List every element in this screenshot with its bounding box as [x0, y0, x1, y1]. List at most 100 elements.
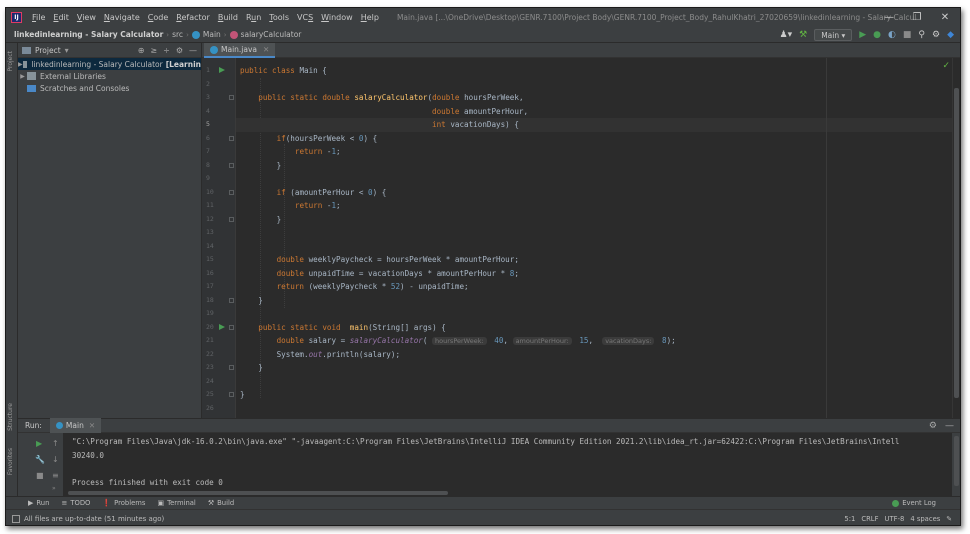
- stop-icon[interactable]: ■: [903, 27, 912, 43]
- update-icon[interactable]: ◆: [947, 27, 954, 43]
- code-line[interactable]: public static void main(String[] args) {: [240, 321, 446, 335]
- code-line[interactable]: return (weeklyPaycheck * 52) - unpaidTim…: [240, 280, 469, 294]
- debug-icon[interactable]: ●: [873, 27, 881, 43]
- collapse-all-icon[interactable]: ≥: [150, 46, 157, 55]
- down-arrow-icon[interactable]: ↓: [52, 455, 59, 464]
- code-line[interactable]: double salary = salaryCalculator( hoursP…: [240, 334, 676, 348]
- indent-setting[interactable]: 4 spaces: [910, 515, 940, 523]
- code-line[interactable]: int vacationDays) {: [240, 118, 519, 132]
- menu-view[interactable]: View: [73, 13, 100, 22]
- breadcrumb-method[interactable]: salaryCalculator: [241, 30, 302, 39]
- expand-all-icon[interactable]: ÷: [163, 46, 170, 55]
- wrench-icon[interactable]: 🔧: [35, 455, 45, 464]
- console-vertical-scrollbar[interactable]: [954, 436, 959, 486]
- soft-wrap-icon[interactable]: ≡: [52, 471, 59, 480]
- run-console[interactable]: "C:\Program Files\Java\jdk-16.0.2\bin\ja…: [64, 433, 952, 496]
- tab-main-java[interactable]: Main.java ✕: [204, 43, 276, 58]
- code-line[interactable]: if(hoursPerWeek < 0) {: [240, 132, 378, 146]
- hide-icon[interactable]: —: [189, 46, 197, 55]
- event-log-button[interactable]: Event Log: [892, 499, 936, 507]
- caret-position[interactable]: 5:1: [844, 515, 855, 523]
- up-arrow-icon[interactable]: ↑: [52, 439, 59, 448]
- search-icon[interactable]: ⚲: [918, 27, 925, 43]
- code-line[interactable]: public class Main {: [240, 64, 327, 78]
- code-line[interactable]: }: [240, 294, 263, 308]
- tool-problems[interactable]: ❗ Problems: [102, 499, 145, 507]
- breadcrumb-src[interactable]: src: [172, 30, 183, 39]
- hide-icon[interactable]: —: [945, 421, 954, 431]
- breadcrumb-class[interactable]: Main: [203, 30, 221, 39]
- fold-icon[interactable]: [229, 162, 234, 168]
- fold-icon[interactable]: [229, 297, 234, 303]
- console-horizontal-scrollbar[interactable]: [68, 491, 448, 495]
- more-icon[interactable]: »: [52, 485, 56, 492]
- code-line[interactable]: }: [240, 388, 245, 402]
- run-gutter-icon[interactable]: [219, 67, 225, 73]
- line-separator[interactable]: CRLF: [861, 515, 878, 523]
- fold-icon[interactable]: [229, 189, 234, 195]
- fold-icon[interactable]: [229, 392, 234, 397]
- code-line[interactable]: double amountPerHour,: [240, 105, 528, 119]
- code-line[interactable]: }: [240, 213, 282, 227]
- favorites-tool-button[interactable]: Favorites: [7, 448, 14, 475]
- coverage-icon[interactable]: ◐: [888, 27, 896, 43]
- code-editor[interactable]: public class Main { public static double…: [236, 58, 952, 418]
- user-icon[interactable]: ♟▾: [780, 27, 793, 43]
- restore-icon[interactable]: ❐: [904, 8, 930, 27]
- tool-terminal[interactable]: ▣ Terminal: [157, 499, 195, 507]
- rerun-icon[interactable]: ▶: [36, 439, 42, 448]
- code-line[interactable]: double weeklyPaycheck = hoursPerWeek * a…: [240, 253, 519, 267]
- menu-vcs[interactable]: VCS: [293, 13, 317, 22]
- settings-gear-icon[interactable]: ⚙: [929, 421, 937, 431]
- tree-item-project[interactable]: ▶ linkedinlearning - Salary Calculator […: [18, 58, 201, 70]
- minimize-icon[interactable]: —: [876, 8, 902, 27]
- menu-file[interactable]: File: [28, 13, 49, 22]
- scrollbar-thumb[interactable]: [954, 88, 959, 398]
- tool-run[interactable]: ▶ Run: [28, 499, 49, 507]
- project-tool-button[interactable]: Project: [7, 51, 14, 72]
- chevron-right-icon[interactable]: ▶: [18, 73, 27, 80]
- run-tab-main[interactable]: Main ✕: [49, 418, 102, 433]
- menu-code[interactable]: Code: [144, 13, 173, 22]
- menu-run[interactable]: Run: [242, 13, 265, 22]
- menu-help[interactable]: Help: [357, 13, 383, 22]
- settings-gear-icon[interactable]: ⚙: [176, 46, 183, 55]
- chevron-down-icon[interactable]: ▾: [65, 46, 69, 55]
- code-line[interactable]: return -1;: [240, 145, 341, 159]
- menu-navigate[interactable]: Navigate: [100, 13, 144, 22]
- layout-icon[interactable]: [12, 514, 20, 523]
- menu-refactor[interactable]: Refactor: [172, 13, 214, 22]
- run-icon[interactable]: ▶: [859, 27, 866, 43]
- breadcrumb-project[interactable]: linkedinlearning - Salary Calculator: [14, 30, 163, 39]
- code-line[interactable]: return -1;: [240, 199, 341, 213]
- code-line[interactable]: System.out.println(salary);: [240, 348, 400, 362]
- structure-tool-button[interactable]: Structure: [7, 403, 14, 431]
- hammer-icon[interactable]: ⚒: [799, 27, 807, 43]
- tool-todo[interactable]: ≡ TODO: [61, 499, 90, 507]
- code-line[interactable]: public static double salaryCalculator(do…: [240, 91, 523, 105]
- fold-icon[interactable]: [229, 95, 234, 100]
- tree-item-external-libraries[interactable]: ▶ External Libraries: [18, 70, 201, 82]
- fold-icon[interactable]: [229, 365, 234, 370]
- editor-vertical-scrollbar[interactable]: [952, 58, 960, 418]
- code-line[interactable]: if (amountPerHour < 0) {: [240, 186, 387, 200]
- fold-icon[interactable]: [229, 216, 234, 222]
- fold-icon[interactable]: [229, 135, 234, 141]
- run-gutter-icon[interactable]: [219, 323, 225, 330]
- locate-icon[interactable]: ⊕: [138, 46, 145, 55]
- close-icon[interactable]: ✕: [932, 8, 958, 27]
- close-tab-icon[interactable]: ✕: [89, 421, 95, 430]
- code-line[interactable]: double unpaidTime = vacationDays * amoun…: [240, 267, 519, 281]
- menu-edit[interactable]: Edit: [49, 13, 73, 22]
- lock-icon[interactable]: ✎: [946, 515, 952, 523]
- menu-build[interactable]: Build: [214, 13, 242, 22]
- project-view-title[interactable]: Project: [35, 46, 61, 55]
- tool-build[interactable]: ⚒ Build: [208, 499, 234, 507]
- stop-icon[interactable]: ■: [36, 471, 44, 480]
- tree-item-scratches[interactable]: Scratches and Consoles: [18, 82, 201, 94]
- menu-window[interactable]: Window: [317, 13, 357, 22]
- menu-tools[interactable]: Tools: [265, 13, 293, 22]
- run-configuration-select[interactable]: Main ▾: [814, 29, 853, 41]
- file-encoding[interactable]: UTF-8: [885, 515, 905, 523]
- fold-icon[interactable]: [229, 324, 234, 330]
